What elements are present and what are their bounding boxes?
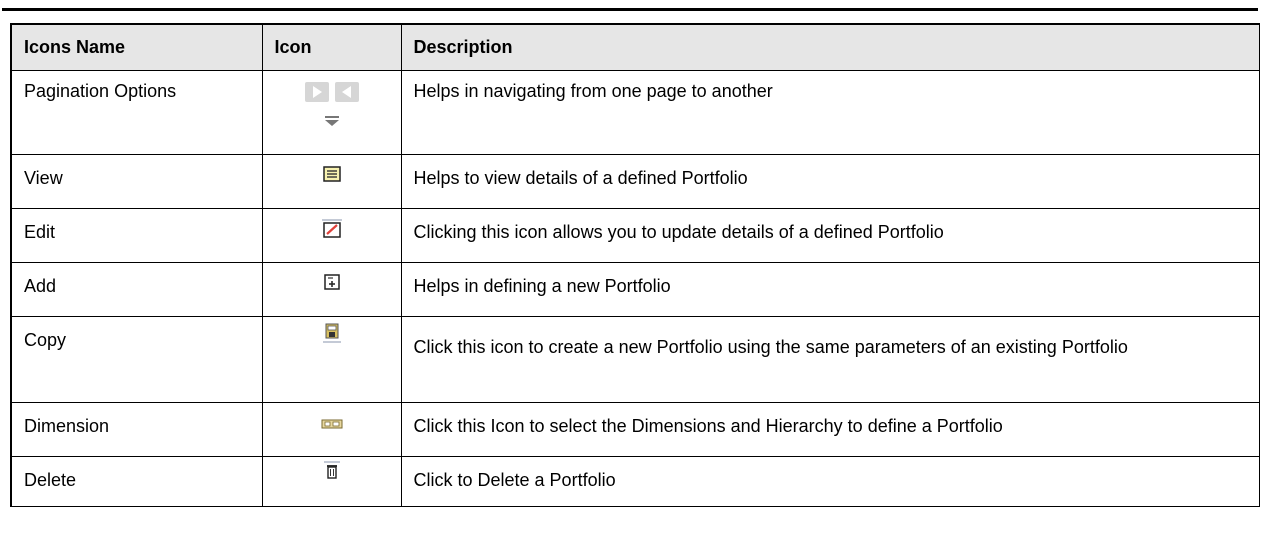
table-row: Delete Click to Delete a Portfolio xyxy=(10,456,1260,507)
header-description: Description xyxy=(400,23,1260,71)
table-row: Edit Clicking this icon allows you to up… xyxy=(10,208,1260,263)
view-icon xyxy=(322,166,341,182)
icon-cell xyxy=(261,262,402,317)
top-rule xyxy=(2,8,1258,11)
icon-name: Copy xyxy=(10,316,263,403)
icon-description: Click this Icon to select the Dimensions… xyxy=(400,402,1260,457)
icon-description: Click to Delete a Portfolio xyxy=(400,456,1260,507)
icon-name: Add xyxy=(10,262,263,317)
table-row: Dimension Click this Icon to select the … xyxy=(10,402,1260,457)
icon-description: Helps to view details of a defined Portf… xyxy=(400,154,1260,209)
icon-cell xyxy=(261,456,402,507)
icon-cell xyxy=(261,402,402,457)
icon-name: Delete xyxy=(10,456,263,507)
icons-table: Icons Name Icon Description Pagination O… xyxy=(10,23,1260,507)
icon-cell xyxy=(261,154,402,209)
previous-page-icon xyxy=(334,82,359,102)
icon-name: View xyxy=(10,154,263,209)
icon-cell xyxy=(261,316,402,403)
icon-description: Helps in defining a new Portfolio xyxy=(400,262,1260,317)
icon-name: Edit xyxy=(10,208,263,263)
header-icons-name: Icons Name xyxy=(10,23,263,71)
header-icon: Icon xyxy=(261,23,402,71)
delete-icon xyxy=(323,461,340,479)
next-page-icon xyxy=(304,82,329,102)
table-row: Add Helps in defining a new Portfolio xyxy=(10,262,1260,317)
copy-icon xyxy=(322,323,341,343)
add-icon xyxy=(323,274,340,290)
table-row: View Helps to view details of a defined … xyxy=(10,154,1260,209)
icon-name: Dimension xyxy=(10,402,263,457)
icon-cell xyxy=(261,70,402,155)
dimension-icon xyxy=(321,419,342,429)
edit-icon xyxy=(321,219,342,238)
expand-list-icon xyxy=(324,116,339,126)
table-row: Copy Click this icon to create a new Por… xyxy=(10,316,1260,403)
icon-name: Pagination Options xyxy=(10,70,263,155)
table-row: Pagination Options Helps in navigating f… xyxy=(10,70,1260,155)
pagination-icon xyxy=(263,82,401,102)
header-row: Icons Name Icon Description xyxy=(10,23,1260,71)
icon-description: Helps in navigating from one page to ano… xyxy=(400,70,1260,155)
icon-description: Clicking this icon allows you to update … xyxy=(400,208,1260,263)
icon-cell xyxy=(261,208,402,263)
icon-description: Click this icon to create a new Portfoli… xyxy=(400,316,1260,403)
